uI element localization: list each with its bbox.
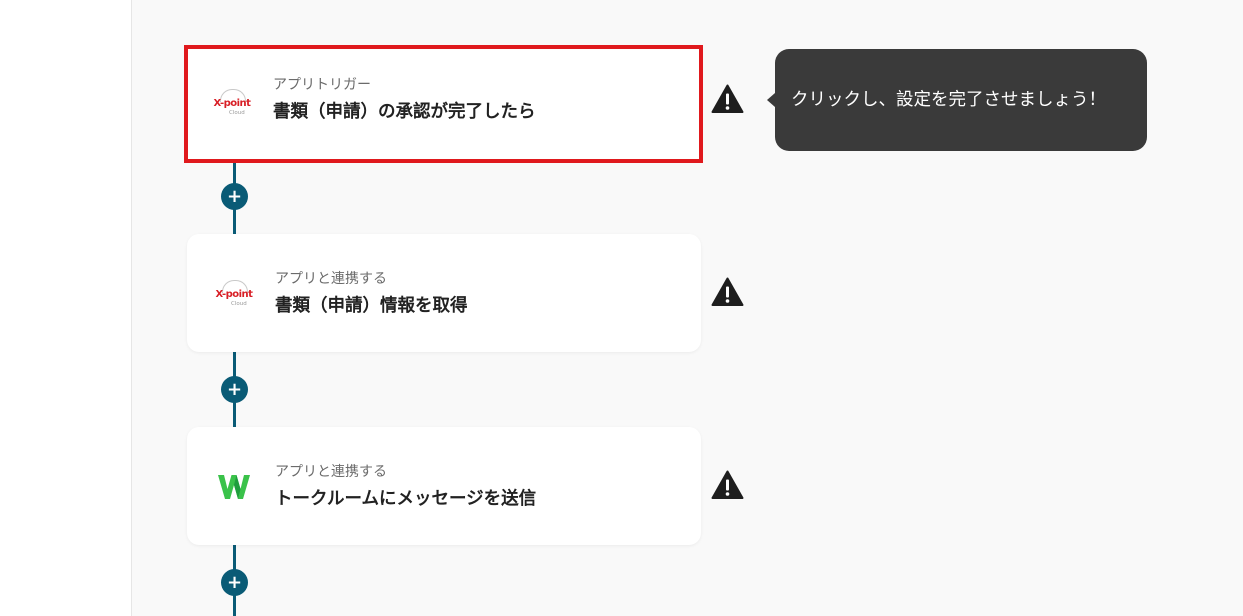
add-step-button[interactable]: + [221, 376, 248, 403]
xpoint-cloud-logo: X-point Cloud [213, 276, 255, 312]
step-title: 書類（申請）の承認が完了したら [273, 102, 536, 122]
flow-step-action[interactable]: X-point Cloud アプリと連携する 書類（申請）情報を取得 [187, 234, 701, 352]
flow-step-trigger[interactable]: X-point Cloud アプリトリガー 書類（申請）の承認が完了したら [184, 45, 703, 163]
lineworks-logo [213, 469, 255, 505]
left-sidebar [0, 0, 132, 616]
tooltip-arrow [767, 93, 775, 107]
tooltip-text: クリックし、設定を完了させましょう！ [791, 90, 1106, 110]
step-type-label: アプリトリガー [273, 77, 371, 93]
setup-hint-tooltip: クリックし、設定を完了させましょう！ [767, 49, 1147, 151]
warning-icon [711, 84, 744, 113]
step-title: トークルームにメッセージを送信 [275, 489, 537, 509]
xpoint-cloud-logo: X-point Cloud [211, 85, 253, 121]
warning-icon [711, 470, 744, 499]
add-step-button[interactable]: + [221, 183, 248, 210]
add-step-button[interactable]: + [221, 569, 248, 596]
step-title: 書類（申請）情報を取得 [275, 296, 468, 316]
warning-icon [711, 277, 744, 306]
flow-step-action[interactable]: アプリと連携する トークルームにメッセージを送信 [187, 427, 701, 545]
step-type-label: アプリと連携する [275, 464, 387, 480]
step-type-label: アプリと連携する [275, 271, 387, 287]
